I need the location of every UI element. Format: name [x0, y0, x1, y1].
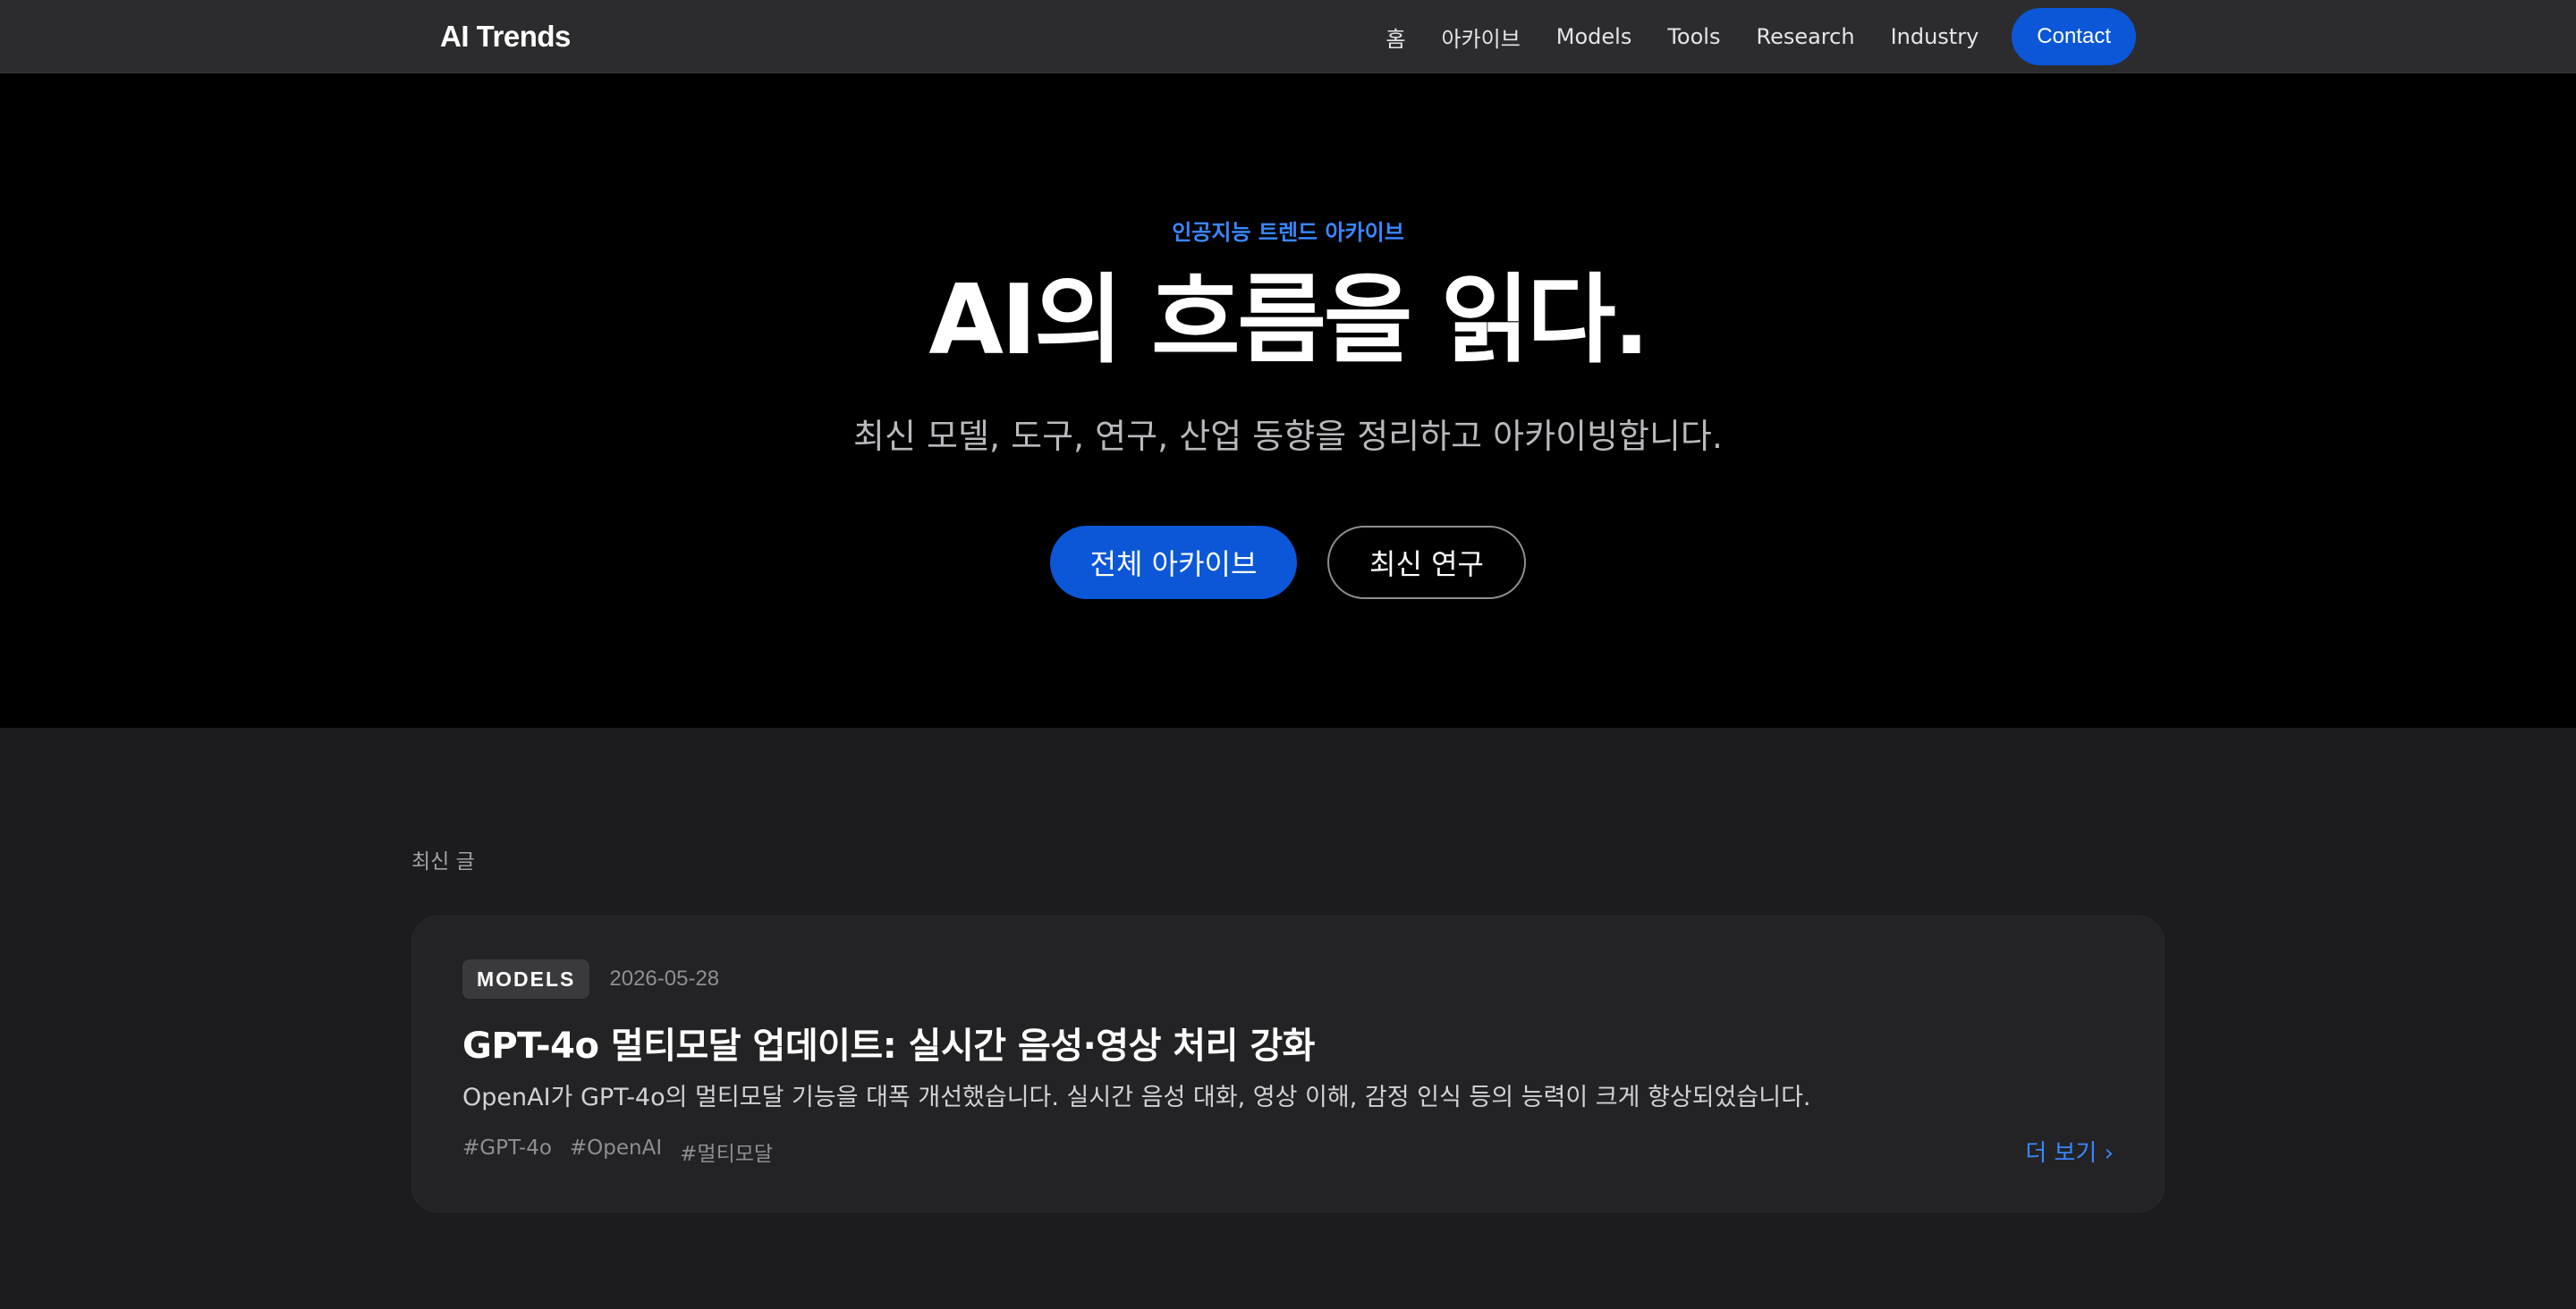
nav-link-home[interactable]: 홈 — [1385, 21, 1405, 53]
full-archive-button[interactable]: 전체 아카이브 — [1050, 526, 1297, 599]
nav-link-industry[interactable]: Industry — [1891, 24, 1979, 49]
latest-posts-label: 최신 글 — [411, 850, 475, 874]
category-badge[interactable]: MODELS — [462, 959, 590, 999]
hero-subtitle: 최신 모델, 도구, 연구, 산업 동향을 정리하고 아카이빙합니다. — [853, 417, 1723, 456]
read-more-link[interactable]: 더 보기 › — [2025, 1135, 2114, 1168]
hashtag[interactable]: #멀티모달 — [680, 1136, 773, 1167]
post-title[interactable]: GPT-4o 멀티모달 업데이트: 실시간 음성·영상 처리 강화 — [462, 1017, 2117, 1068]
post-tags: #GPT-4o #OpenAI #멀티모달 — [462, 1136, 773, 1167]
nav-links: 홈 아카이브 Models Tools Research Industry Co… — [1385, 8, 2136, 65]
hashtag[interactable]: #OpenAI — [570, 1136, 662, 1167]
nav-link-tools[interactable]: Tools — [1667, 24, 1720, 49]
contact-button[interactable]: Contact — [2012, 8, 2136, 65]
post-date: 2026-05-28 — [609, 967, 720, 991]
brand-logo[interactable]: AI Trends — [440, 20, 571, 54]
hero-kicker: 인공지능 트렌드 아카이브 — [1172, 220, 1404, 245]
hero-title: AI의 흐름을 읽다. — [928, 265, 1649, 376]
post-card[interactable]: MODELS 2026-05-28 GPT-4o 멀티모달 업데이트: 실시간 … — [411, 916, 2165, 1212]
hero-actions: 전체 아카이브 최신 연구 — [0, 526, 2576, 599]
nav-link-archive[interactable]: 아카이브 — [1441, 21, 1520, 53]
hashtag[interactable]: #GPT-4o — [462, 1136, 552, 1167]
nav-link-models[interactable]: Models — [1556, 24, 1632, 49]
latest-research-button[interactable]: 최신 연구 — [1327, 526, 1526, 599]
nav-inner: AI Trends 홈 아카이브 Models Tools Research I… — [440, 0, 2136, 73]
post-excerpt: OpenAI가 GPT-4o의 멀티모달 기능을 대폭 개선했습니다. 실시간 … — [462, 1084, 1811, 1111]
top-nav: AI Trends 홈 아카이브 Models Tools Research I… — [0, 0, 2576, 73]
hero-section: 인공지능 트렌드 아카이브 AI의 흐름을 읽다. 최신 모델, 도구, 연구,… — [0, 73, 2576, 728]
post-meta: MODELS 2026-05-28 — [462, 959, 719, 999]
nav-link-research[interactable]: Research — [1756, 24, 1854, 49]
